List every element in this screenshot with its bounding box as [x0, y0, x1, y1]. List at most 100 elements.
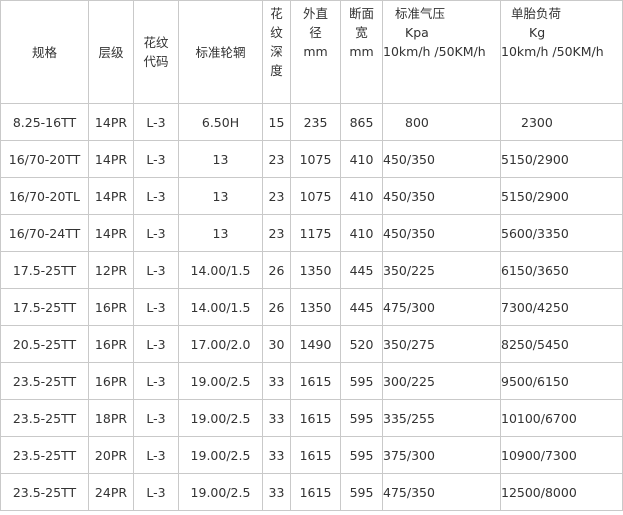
header-pressure-line: 10km/h /50KM/h: [383, 44, 486, 59]
header-rim: 标准轮辋: [178, 0, 263, 104]
cell-load: 5600/3350: [500, 214, 623, 252]
header-pattern-code-line: 花纹: [143, 35, 169, 50]
table-row: 23.5-25TT 16PR L-3 19.00/2.5 33 1615 595…: [0, 362, 623, 400]
cell-ply: 14PR: [88, 214, 134, 252]
cell-pressure: 800: [382, 103, 501, 141]
cell-section-width: 445: [340, 251, 383, 289]
cell-outer-diameter: 1075: [290, 140, 341, 178]
cell-ply: 18PR: [88, 399, 134, 437]
cell-ply: 14PR: [88, 140, 134, 178]
header-tread-depth-line: 深: [270, 44, 283, 59]
header-outer-diameter: 外直 径 mm: [290, 0, 341, 104]
cell-pattern-code: L-3: [133, 362, 179, 400]
header-ply: 层级: [88, 0, 134, 104]
cell-pattern-code: L-3: [133, 177, 179, 215]
cell-spec: 16/70-20TT: [0, 140, 89, 178]
cell-load: 12500/8000: [500, 473, 623, 511]
header-load: 单胎负荷 Kg 10km/h /50KM/h: [500, 0, 623, 104]
cell-ply: 16PR: [88, 288, 134, 326]
cell-load: 10100/6700: [500, 399, 623, 437]
cell-ply: 24PR: [88, 473, 134, 511]
cell-load: 6150/3650: [500, 251, 623, 289]
cell-rim: 19.00/2.5: [178, 362, 263, 400]
header-section-width-line: mm: [349, 44, 374, 59]
cell-pressure: 450/350: [382, 140, 501, 178]
cell-pattern-code: L-3: [133, 325, 179, 363]
cell-tread-depth: 30: [262, 325, 291, 363]
cell-ply: 12PR: [88, 251, 134, 289]
header-outer-diameter-line: mm: [303, 44, 328, 59]
cell-spec: 20.5-25TT: [0, 325, 89, 363]
cell-spec: 23.5-25TT: [0, 362, 89, 400]
cell-outer-diameter: 235: [290, 103, 341, 141]
cell-tread-depth: 33: [262, 362, 291, 400]
cell-section-width: 410: [340, 177, 383, 215]
table-row: 8.25-16TT 14PR L-3 6.50H 15 235 865 800 …: [0, 103, 623, 141]
cell-ply: 20PR: [88, 436, 134, 474]
header-tread-depth-line: 纹: [270, 25, 283, 40]
header-tread-depth-line: 度: [270, 63, 283, 78]
cell-rim: 17.00/2.0: [178, 325, 263, 363]
cell-pattern-code: L-3: [133, 214, 179, 252]
cell-section-width: 520: [340, 325, 383, 363]
cell-rim: 14.00/1.5: [178, 251, 263, 289]
cell-rim: 13: [178, 214, 263, 252]
cell-outer-diameter: 1615: [290, 436, 341, 474]
table-row: 16/70-20TT 14PR L-3 13 23 1075 410 450/3…: [0, 140, 623, 178]
cell-pressure: 475/300: [382, 288, 501, 326]
cell-tread-depth: 23: [262, 177, 291, 215]
header-pattern-code-line: 代码: [143, 54, 169, 69]
cell-load: 9500/6150: [500, 362, 623, 400]
cell-pressure: 450/350: [382, 177, 501, 215]
cell-outer-diameter: 1075: [290, 177, 341, 215]
cell-pattern-code: L-3: [133, 288, 179, 326]
cell-pattern-code: L-3: [133, 436, 179, 474]
cell-rim: 19.00/2.5: [178, 473, 263, 511]
tire-spec-table: 规格 层级 花纹 代码 标准轮辋 花 纹 深 度 外直 径 mm 断面 宽 mm: [0, 0, 623, 511]
cell-tread-depth: 26: [262, 288, 291, 326]
cell-load: 2300: [500, 103, 623, 141]
cell-section-width: 595: [340, 473, 383, 511]
table-body: 8.25-16TT 14PR L-3 6.50H 15 235 865 800 …: [0, 103, 623, 511]
header-load-line: 10km/h /50KM/h: [501, 44, 604, 59]
cell-rim: 13: [178, 140, 263, 178]
cell-pressure: 475/350: [382, 473, 501, 511]
cell-tread-depth: 33: [262, 473, 291, 511]
cell-load: 8250/5450: [500, 325, 623, 363]
cell-rim: 14.00/1.5: [178, 288, 263, 326]
cell-load: 5150/2900: [500, 140, 623, 178]
header-outer-diameter-line: 外直: [302, 6, 328, 21]
cell-spec: 16/70-20TL: [0, 177, 89, 215]
header-row: 规格 层级 花纹 代码 标准轮辋 花 纹 深 度 外直 径 mm 断面 宽 mm: [0, 0, 623, 104]
header-pattern-code: 花纹 代码: [133, 0, 179, 104]
header-spec: 规格: [0, 0, 89, 104]
table-row: 23.5-25TT 20PR L-3 19.00/2.5 33 1615 595…: [0, 436, 623, 474]
header-tread-depth: 花 纹 深 度: [262, 0, 291, 104]
cell-outer-diameter: 1615: [290, 362, 341, 400]
cell-tread-depth: 23: [262, 140, 291, 178]
cell-outer-diameter: 1350: [290, 251, 341, 289]
table-row: 17.5-25TT 12PR L-3 14.00/1.5 26 1350 445…: [0, 251, 623, 289]
cell-pressure: 300/225: [382, 362, 501, 400]
cell-pressure: 335/255: [382, 399, 501, 437]
cell-spec: 16/70-24TT: [0, 214, 89, 252]
table-row: 20.5-25TT 16PR L-3 17.00/2.0 30 1490 520…: [0, 325, 623, 363]
cell-section-width: 595: [340, 399, 383, 437]
cell-ply: 14PR: [88, 177, 134, 215]
table-row: 16/70-24TT 14PR L-3 13 23 1175 410 450/3…: [0, 214, 623, 252]
cell-spec: 23.5-25TT: [0, 436, 89, 474]
header-pressure-line: Kpa: [405, 25, 429, 40]
cell-tread-depth: 33: [262, 399, 291, 437]
cell-section-width: 595: [340, 436, 383, 474]
header-load-line: 单胎负荷: [511, 6, 562, 21]
cell-pressure: 450/350: [382, 214, 501, 252]
cell-spec: 23.5-25TT: [0, 399, 89, 437]
cell-tread-depth: 15: [262, 103, 291, 141]
cell-rim: 19.00/2.5: [178, 399, 263, 437]
table-row: 17.5-25TT 16PR L-3 14.00/1.5 26 1350 445…: [0, 288, 623, 326]
cell-spec: 17.5-25TT: [0, 288, 89, 326]
cell-section-width: 410: [340, 214, 383, 252]
cell-rim: 13: [178, 177, 263, 215]
cell-load: 10900/7300: [500, 436, 623, 474]
header-pressure-line: 标准气压: [395, 6, 446, 21]
